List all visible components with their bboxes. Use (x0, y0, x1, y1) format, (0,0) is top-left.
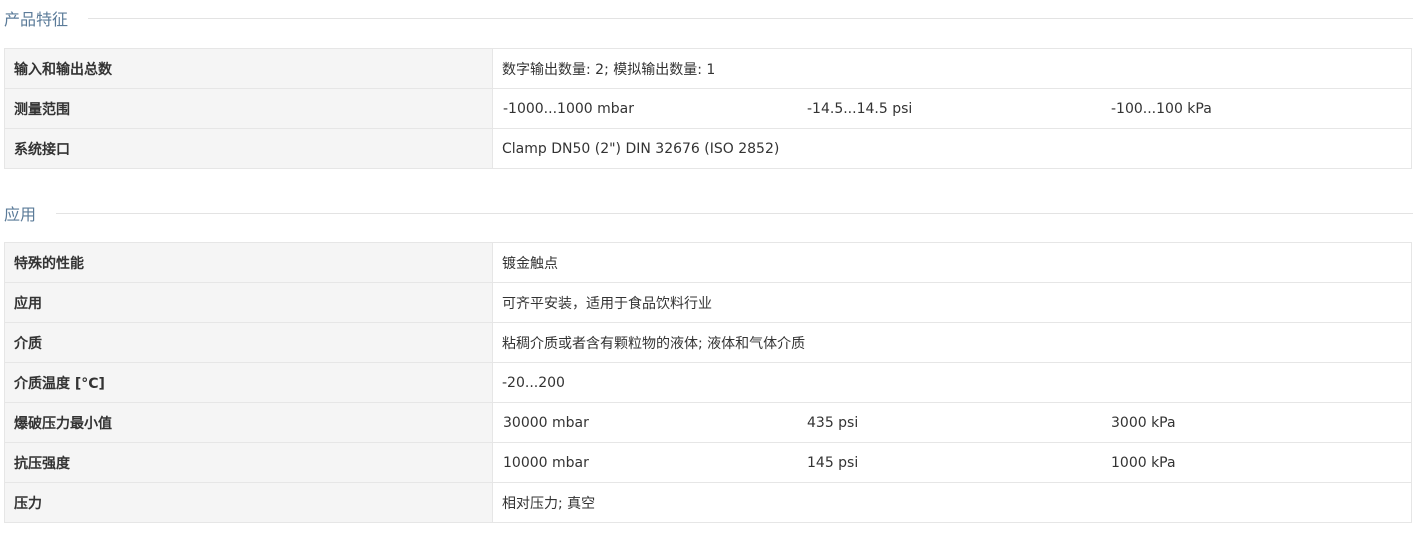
row-value: 数字输出数量: 2; 模拟输出数量: 1 (492, 48, 1412, 89)
row-value: 相对压力; 真空 (492, 482, 1412, 523)
row-value: 粘稠介质或者含有颗粒物的液体; 液体和气体介质 (492, 322, 1412, 363)
row-value: -1000...1000 mbar -14.5...14.5 psi -100.… (492, 88, 1412, 129)
section-divider (88, 17, 1413, 19)
table-row: 系统接口 Clamp DN50 (2") DIN 32676 (ISO 2852… (4, 128, 1412, 169)
row-label: 压力 (4, 482, 493, 523)
section-header-product-features: 产品特征 (4, 7, 1413, 29)
value-psi: 435 psi (807, 414, 859, 431)
row-value: 30000 mbar 435 psi 3000 kPa (492, 402, 1412, 443)
value-mbar: 10000 mbar (503, 454, 589, 471)
row-label: 爆破压力最小值 (4, 402, 493, 443)
section-title: 应用 (4, 205, 37, 224)
application-table: 特殊的性能 镀金触点 应用 可齐平安装，适用于食品饮料行业 介质 粘稠介质或者含… (4, 242, 1412, 523)
section-header-application: 应用 (4, 202, 1413, 224)
table-row: 抗压强度 10000 mbar 145 psi 1000 kPa (4, 442, 1412, 483)
row-label: 系统接口 (4, 128, 493, 169)
row-label: 介质温度 [°C] (4, 362, 493, 403)
value-psi: -14.5...14.5 psi (807, 100, 913, 117)
row-value: 镀金触点 (492, 242, 1412, 283)
table-row: 输入和输出总数 数字输出数量: 2; 模拟输出数量: 1 (4, 48, 1412, 89)
value-kpa: 1000 kPa (1111, 454, 1176, 471)
row-label: 输入和输出总数 (4, 48, 493, 89)
row-value: Clamp DN50 (2") DIN 32676 (ISO 2852) (492, 128, 1412, 169)
value-kpa: -100...100 kPa (1111, 100, 1212, 117)
table-row: 测量范围 -1000...1000 mbar -14.5...14.5 psi … (4, 88, 1412, 129)
table-row: 压力 相对压力; 真空 (4, 482, 1412, 523)
row-label: 介质 (4, 322, 493, 363)
table-row: 应用 可齐平安装，适用于食品饮料行业 (4, 282, 1412, 323)
value-kpa: 3000 kPa (1111, 414, 1176, 431)
row-value: -20...200 (492, 362, 1412, 403)
table-row: 介质 粘稠介质或者含有颗粒物的液体; 液体和气体介质 (4, 322, 1412, 363)
row-label: 测量范围 (4, 88, 493, 129)
value-mbar: -1000...1000 mbar (503, 100, 634, 117)
row-label: 应用 (4, 282, 493, 323)
table-row: 爆破压力最小值 30000 mbar 435 psi 3000 kPa (4, 402, 1412, 443)
row-value: 可齐平安装，适用于食品饮料行业 (492, 282, 1412, 323)
section-divider (56, 212, 1413, 214)
table-row: 介质温度 [°C] -20...200 (4, 362, 1412, 403)
product-features-table: 输入和输出总数 数字输出数量: 2; 模拟输出数量: 1 测量范围 -1000.… (4, 48, 1412, 169)
table-row: 特殊的性能 镀金触点 (4, 242, 1412, 283)
value-mbar: 30000 mbar (503, 414, 589, 431)
row-value: 10000 mbar 145 psi 1000 kPa (492, 442, 1412, 483)
section-title: 产品特征 (4, 10, 69, 29)
row-label: 特殊的性能 (4, 242, 493, 283)
row-label: 抗压强度 (4, 442, 493, 483)
value-psi: 145 psi (807, 454, 859, 471)
